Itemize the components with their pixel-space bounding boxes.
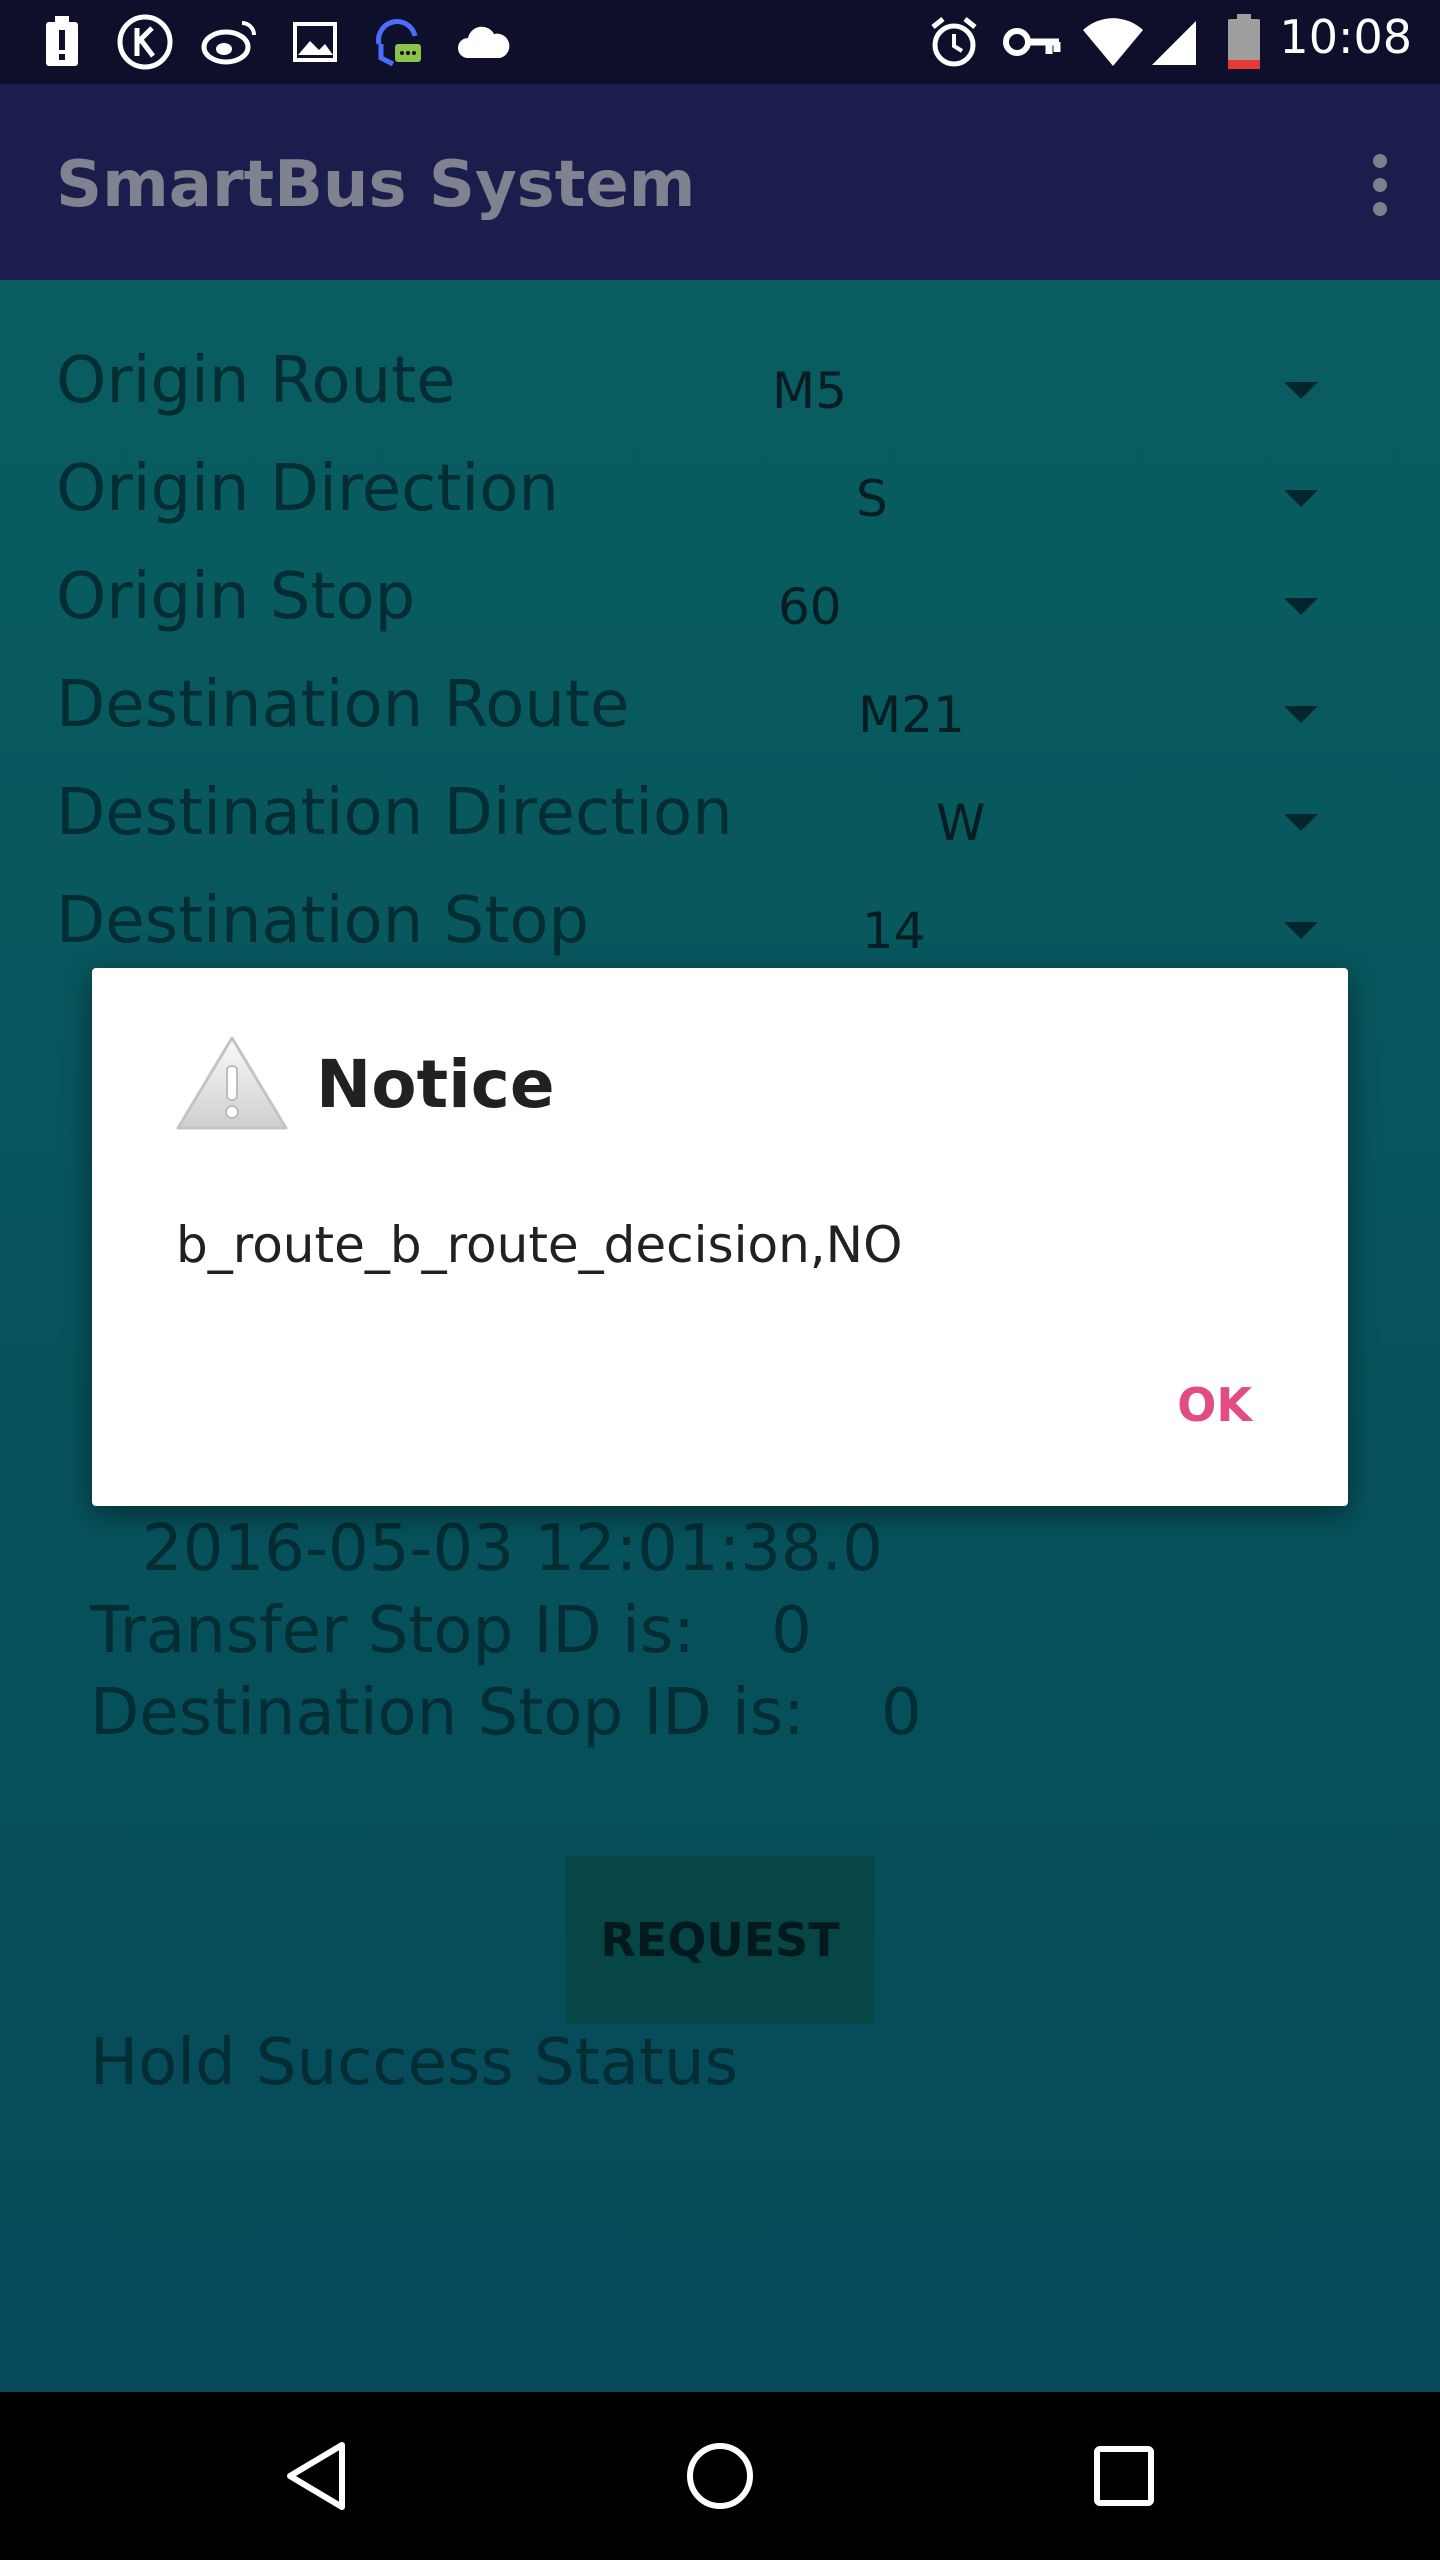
signal-icon bbox=[1148, 14, 1200, 70]
alert-battery-icon bbox=[40, 14, 84, 70]
transfer-stop-line: Transfer Stop ID is: 0 bbox=[90, 1594, 812, 1668]
status-bar: 10:08 bbox=[0, 0, 1440, 84]
request-button[interactable]: REQUEST bbox=[566, 1856, 874, 2024]
wifi-icon bbox=[1080, 14, 1146, 70]
timestamp-text: 2016-05-03 12:01:38.0 bbox=[142, 1512, 883, 1586]
navigation-bar bbox=[0, 2392, 1440, 2560]
destination-stop-line: Destination Stop ID is: 0 bbox=[90, 1676, 922, 1750]
dialog-title: Notice bbox=[316, 1046, 555, 1123]
app-title: SmartBus System bbox=[56, 148, 696, 222]
image-icon bbox=[290, 14, 340, 70]
k-app-icon bbox=[114, 14, 176, 70]
dropdown-arrow-icon bbox=[1284, 598, 1318, 615]
origin-stop-value: 60 bbox=[778, 578, 842, 636]
origin-direction-value: S bbox=[856, 470, 888, 528]
origin-direction-row: Origin Direction S bbox=[0, 452, 1440, 560]
dropdown-arrow-icon bbox=[1284, 922, 1318, 939]
origin-direction-label: Origin Direction bbox=[56, 452, 559, 526]
origin-stop-label: Origin Stop bbox=[56, 560, 416, 634]
screen: 10:08 SmartBus System Origin Route M5 Or… bbox=[0, 0, 1440, 2560]
dialog-message: b_route_b_route_decision,NO bbox=[176, 1216, 903, 1274]
overflow-menu-icon[interactable] bbox=[1360, 154, 1400, 218]
destination-direction-value: W bbox=[936, 794, 986, 852]
origin-route-label: Origin Route bbox=[56, 344, 456, 418]
warning-icon bbox=[174, 1034, 290, 1134]
destination-route-row: Destination Route M21 bbox=[0, 668, 1440, 776]
app-bar: SmartBus System bbox=[0, 84, 1440, 280]
ok-button[interactable]: OK bbox=[1177, 1378, 1252, 1432]
transfer-stop-label: Transfer Stop ID is: bbox=[90, 1594, 695, 1668]
destination-route-label: Destination Route bbox=[56, 668, 630, 742]
origin-stop-row: Origin Stop 60 bbox=[0, 560, 1440, 668]
destination-direction-label: Destination Direction bbox=[56, 776, 733, 850]
destination-route-value: M21 bbox=[858, 686, 965, 744]
chat-bot-icon bbox=[370, 14, 426, 70]
origin-route-row: Origin Route M5 bbox=[0, 344, 1440, 452]
dropdown-arrow-icon bbox=[1284, 706, 1318, 723]
destination-stop-label: Destination Stop bbox=[56, 884, 590, 958]
dropdown-arrow-icon bbox=[1284, 814, 1318, 831]
origin-route-value: M5 bbox=[772, 362, 847, 420]
vpn-key-icon bbox=[1002, 14, 1062, 70]
destination-stop-id-label: Destination Stop ID is: bbox=[90, 1676, 805, 1750]
battery-low-icon bbox=[1224, 14, 1264, 70]
destination-stop-value: 14 bbox=[862, 902, 926, 960]
alarm-icon bbox=[926, 14, 982, 70]
home-icon[interactable] bbox=[670, 2426, 770, 2526]
hold-status-text: Hold Success Status bbox=[90, 2026, 738, 2100]
cloud-icon bbox=[452, 14, 514, 70]
destination-stop-id-value: 0 bbox=[880, 1676, 922, 1750]
weibo-icon bbox=[198, 14, 262, 70]
dropdown-arrow-icon bbox=[1284, 490, 1318, 507]
transfer-stop-value: 0 bbox=[771, 1594, 812, 1668]
recents-icon[interactable] bbox=[1074, 2426, 1174, 2526]
destination-direction-row: Destination Direction W bbox=[0, 776, 1440, 884]
status-time: 10:08 bbox=[1279, 10, 1412, 64]
back-icon[interactable] bbox=[266, 2426, 366, 2526]
dropdown-arrow-icon bbox=[1284, 382, 1318, 399]
notice-dialog: Notice b_route_b_route_decision,NO OK bbox=[92, 968, 1348, 1506]
